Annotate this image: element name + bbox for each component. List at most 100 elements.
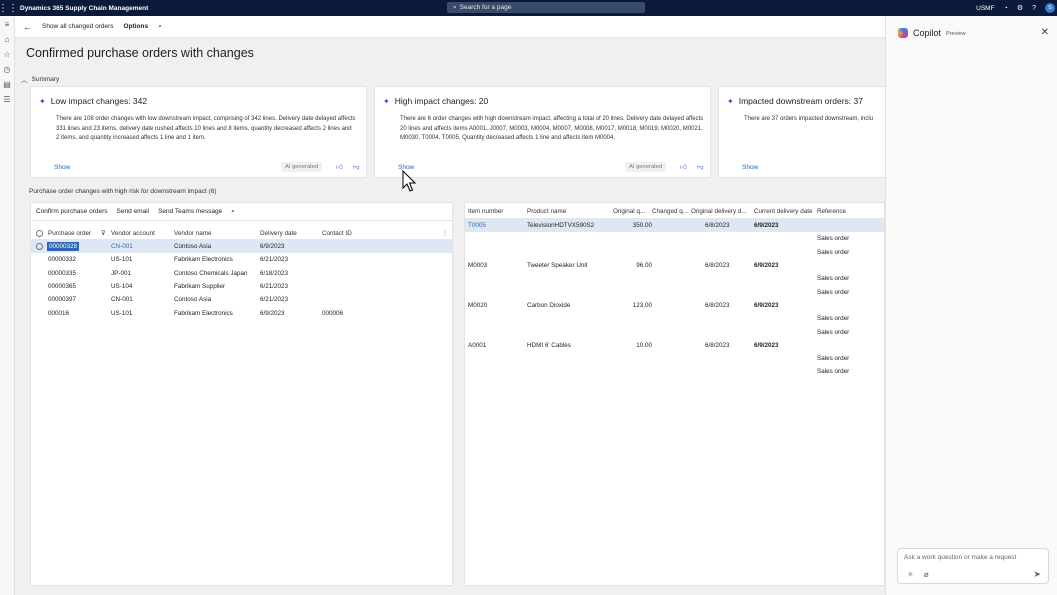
copilot-header: Copilot Preview bbox=[898, 28, 966, 38]
notifications-icon[interactable]: ◔ bbox=[1004, 5, 1008, 12]
purchase-order-cell[interactable]: 00000335 bbox=[48, 270, 111, 277]
column-header[interactable]: Reference bbox=[817, 208, 877, 215]
action-search-icon[interactable]: ⌕ bbox=[158, 23, 162, 31]
grid-search-icon[interactable]: ⌕ bbox=[231, 208, 235, 216]
send-email-button[interactable]: Send email bbox=[117, 208, 150, 215]
column-header[interactable]: Purchase order ⊽ bbox=[48, 230, 111, 237]
global-search[interactable]: ⌕ Search for a page bbox=[447, 2, 645, 13]
modules-list-icon[interactable]: ☰ bbox=[3, 95, 10, 104]
company-picker[interactable]: USMF bbox=[976, 5, 994, 12]
table-row[interactable]: Sales order bbox=[465, 365, 884, 378]
column-header[interactable]: Original delivery d... bbox=[691, 208, 754, 215]
grid-header: Purchase order ⊽ Vendor account Vendor n… bbox=[31, 227, 452, 240]
vendor-account-cell[interactable]: CN-001 bbox=[111, 243, 174, 250]
show-link[interactable]: Show bbox=[54, 164, 70, 171]
settings-gear-icon[interactable]: ⚙ bbox=[1017, 4, 1023, 12]
attach-paperclip-icon[interactable]: ⌀ bbox=[924, 570, 929, 579]
options-tab[interactable]: Options bbox=[124, 23, 149, 30]
product-name-cell: Carbon Dioxide bbox=[527, 301, 571, 309]
top-bar: ⋮⋮ Dynamics 365 Supply Chain Management … bbox=[0, 0, 1057, 16]
summary-card-downstream-orders: ✦ Impacted downstream orders: 37 There ar… bbox=[718, 86, 885, 178]
order-lines-grid: Item number Product name Original q... C… bbox=[464, 202, 885, 586]
thumbs-up-icon[interactable]: 👍︎ bbox=[336, 163, 343, 171]
table-row[interactable]: 00000332 US-101 Fabrikam Electronics 6/2… bbox=[31, 253, 452, 266]
item-number-cell[interactable]: T0005 bbox=[465, 222, 527, 229]
purchase-order-cell[interactable]: 00000365 bbox=[48, 283, 111, 290]
summary-section-header[interactable]: ︿ Summary bbox=[21, 74, 60, 85]
favorites-star-icon[interactable]: ☆ bbox=[3, 50, 10, 59]
column-header[interactable]: Contact ID bbox=[322, 230, 402, 237]
copilot-prompt-input[interactable]: Ask a work question or make a request ✧ … bbox=[897, 548, 1049, 584]
column-header[interactable]: Vendor name bbox=[174, 230, 260, 237]
item-number-cell[interactable]: A0001 bbox=[465, 342, 527, 349]
column-header[interactable]: Current delivery date bbox=[754, 208, 817, 215]
app-launcher-icon[interactable]: ⋮⋮ bbox=[0, 0, 18, 16]
vendor-account-cell[interactable]: CN-001 bbox=[111, 296, 174, 303]
table-row[interactable]: Sales order bbox=[465, 232, 884, 245]
home-icon[interactable]: ⌂ bbox=[5, 35, 10, 44]
purchase-order-cell[interactable]: 00000332 bbox=[48, 256, 111, 263]
item-number-cell[interactable]: M0003 bbox=[465, 262, 527, 269]
column-header[interactable]: Changed q... bbox=[652, 208, 691, 215]
reference-cell: Sales order bbox=[817, 328, 850, 336]
workspaces-icon[interactable]: ▤ bbox=[3, 80, 11, 89]
send-teams-message-button[interactable]: Send Teams message bbox=[158, 208, 222, 215]
close-icon[interactable]: ✕ bbox=[1041, 27, 1049, 38]
column-header[interactable]: Delivery date bbox=[260, 230, 322, 237]
table-row[interactable]: Sales order bbox=[465, 352, 884, 365]
product-name-cell: TelevisionHDTVX590S2 bbox=[527, 222, 595, 230]
avatar[interactable]: S bbox=[1045, 3, 1055, 13]
purchase-order-cell[interactable]: 000016 bbox=[48, 310, 111, 317]
table-row[interactable]: 00000397 CN-001 Contoso Asia 6/21/2023 bbox=[31, 293, 452, 306]
send-icon[interactable]: ➤ bbox=[1033, 569, 1041, 580]
product-name-cell: HDMI 6' Cables bbox=[527, 341, 571, 349]
row-select-radio[interactable] bbox=[36, 243, 43, 251]
table-row[interactable]: Sales order bbox=[465, 246, 884, 259]
help-icon[interactable]: ? bbox=[1032, 5, 1036, 12]
back-arrow-icon[interactable]: ← bbox=[23, 22, 32, 32]
vendor-account-cell[interactable]: US-104 bbox=[111, 283, 174, 290]
grid-toolbar: Confirm purchase orders Send email Send … bbox=[31, 203, 452, 221]
vendor-account-cell[interactable]: JP-001 bbox=[111, 270, 174, 277]
filter-icon[interactable]: ⊽ bbox=[101, 230, 106, 237]
table-row[interactable]: 00000365 US-104 Fabrikam Supplier 6/21/2… bbox=[31, 280, 452, 293]
vendor-account-cell[interactable]: US-101 bbox=[111, 256, 174, 263]
table-row[interactable]: T0005 TelevisionHDTVX590S2 350.00 6/8/2023 6… bbox=[465, 219, 884, 233]
table-row[interactable]: 00000335 JP-001 Contoso Chemicals Japan … bbox=[31, 267, 452, 280]
thumbs-down-icon[interactable]: 👎︎ bbox=[697, 163, 704, 171]
table-row[interactable]: M0003 Tweeter Speaker Unit 96.00 6/8/2023 6/… bbox=[465, 259, 884, 272]
card-title: Impacted downstream orders: 37 bbox=[738, 96, 863, 106]
thumbs-up-icon[interactable]: 👍︎ bbox=[680, 163, 687, 171]
hamburger-menu-icon[interactable]: ≡ bbox=[5, 20, 10, 29]
ai-generated-badge: AI generated bbox=[281, 162, 323, 172]
recent-clock-icon[interactable]: ◷ bbox=[4, 65, 11, 74]
select-all-radio[interactable] bbox=[36, 229, 43, 237]
confirm-purchase-orders-button[interactable]: Confirm purchase orders bbox=[36, 208, 108, 215]
table-row[interactable]: 00000328 CN-001 Contoso Asia 6/9/2023 bbox=[31, 240, 452, 254]
global-search-placeholder: Search for a page bbox=[459, 4, 512, 11]
show-link[interactable]: Show bbox=[742, 164, 758, 171]
table-row[interactable]: M0020 Carbon Dioxide 123.00 6/8/2023 6/9/202… bbox=[465, 299, 884, 312]
show-all-changed-orders-button[interactable]: Show all changed orders bbox=[42, 23, 114, 30]
table-row[interactable]: 000016 US-101 Fabrikam Electronics 6/9/2… bbox=[31, 306, 452, 319]
table-row[interactable]: Sales order bbox=[465, 285, 884, 298]
delivery-date-cell: 6/9/2023 bbox=[260, 309, 285, 317]
item-number-cell[interactable]: M0020 bbox=[465, 302, 527, 309]
summary-label: Summary bbox=[31, 75, 60, 83]
grid-column-options-icon[interactable]: ⋮ bbox=[442, 230, 452, 237]
sparkle-prompts-icon[interactable]: ✧ bbox=[907, 570, 914, 579]
app-title[interactable]: Dynamics 365 Supply Chain Management bbox=[20, 5, 148, 12]
vendor-account-cell[interactable]: US-101 bbox=[111, 310, 174, 317]
column-header[interactable]: Original q... bbox=[613, 208, 652, 215]
column-header[interactable]: Vendor account bbox=[111, 230, 174, 237]
column-header[interactable]: Product name bbox=[527, 208, 613, 215]
thumbs-down-icon[interactable]: 👎︎ bbox=[353, 163, 360, 171]
table-row[interactable]: Sales order bbox=[465, 272, 884, 285]
table-row[interactable]: Sales order bbox=[465, 312, 884, 325]
table-row[interactable]: A0001 HDMI 6' Cables 10.00 6/8/2023 6/9/2023 bbox=[465, 339, 884, 352]
column-header[interactable]: Item number bbox=[465, 208, 527, 215]
purchase-order-cell[interactable]: 00000397 bbox=[48, 296, 111, 303]
table-row[interactable]: Sales order bbox=[465, 325, 884, 338]
purchase-order-cell[interactable]: 00000328 bbox=[46, 242, 80, 252]
grid-header: Item number Product name Original q... C… bbox=[465, 204, 884, 219]
